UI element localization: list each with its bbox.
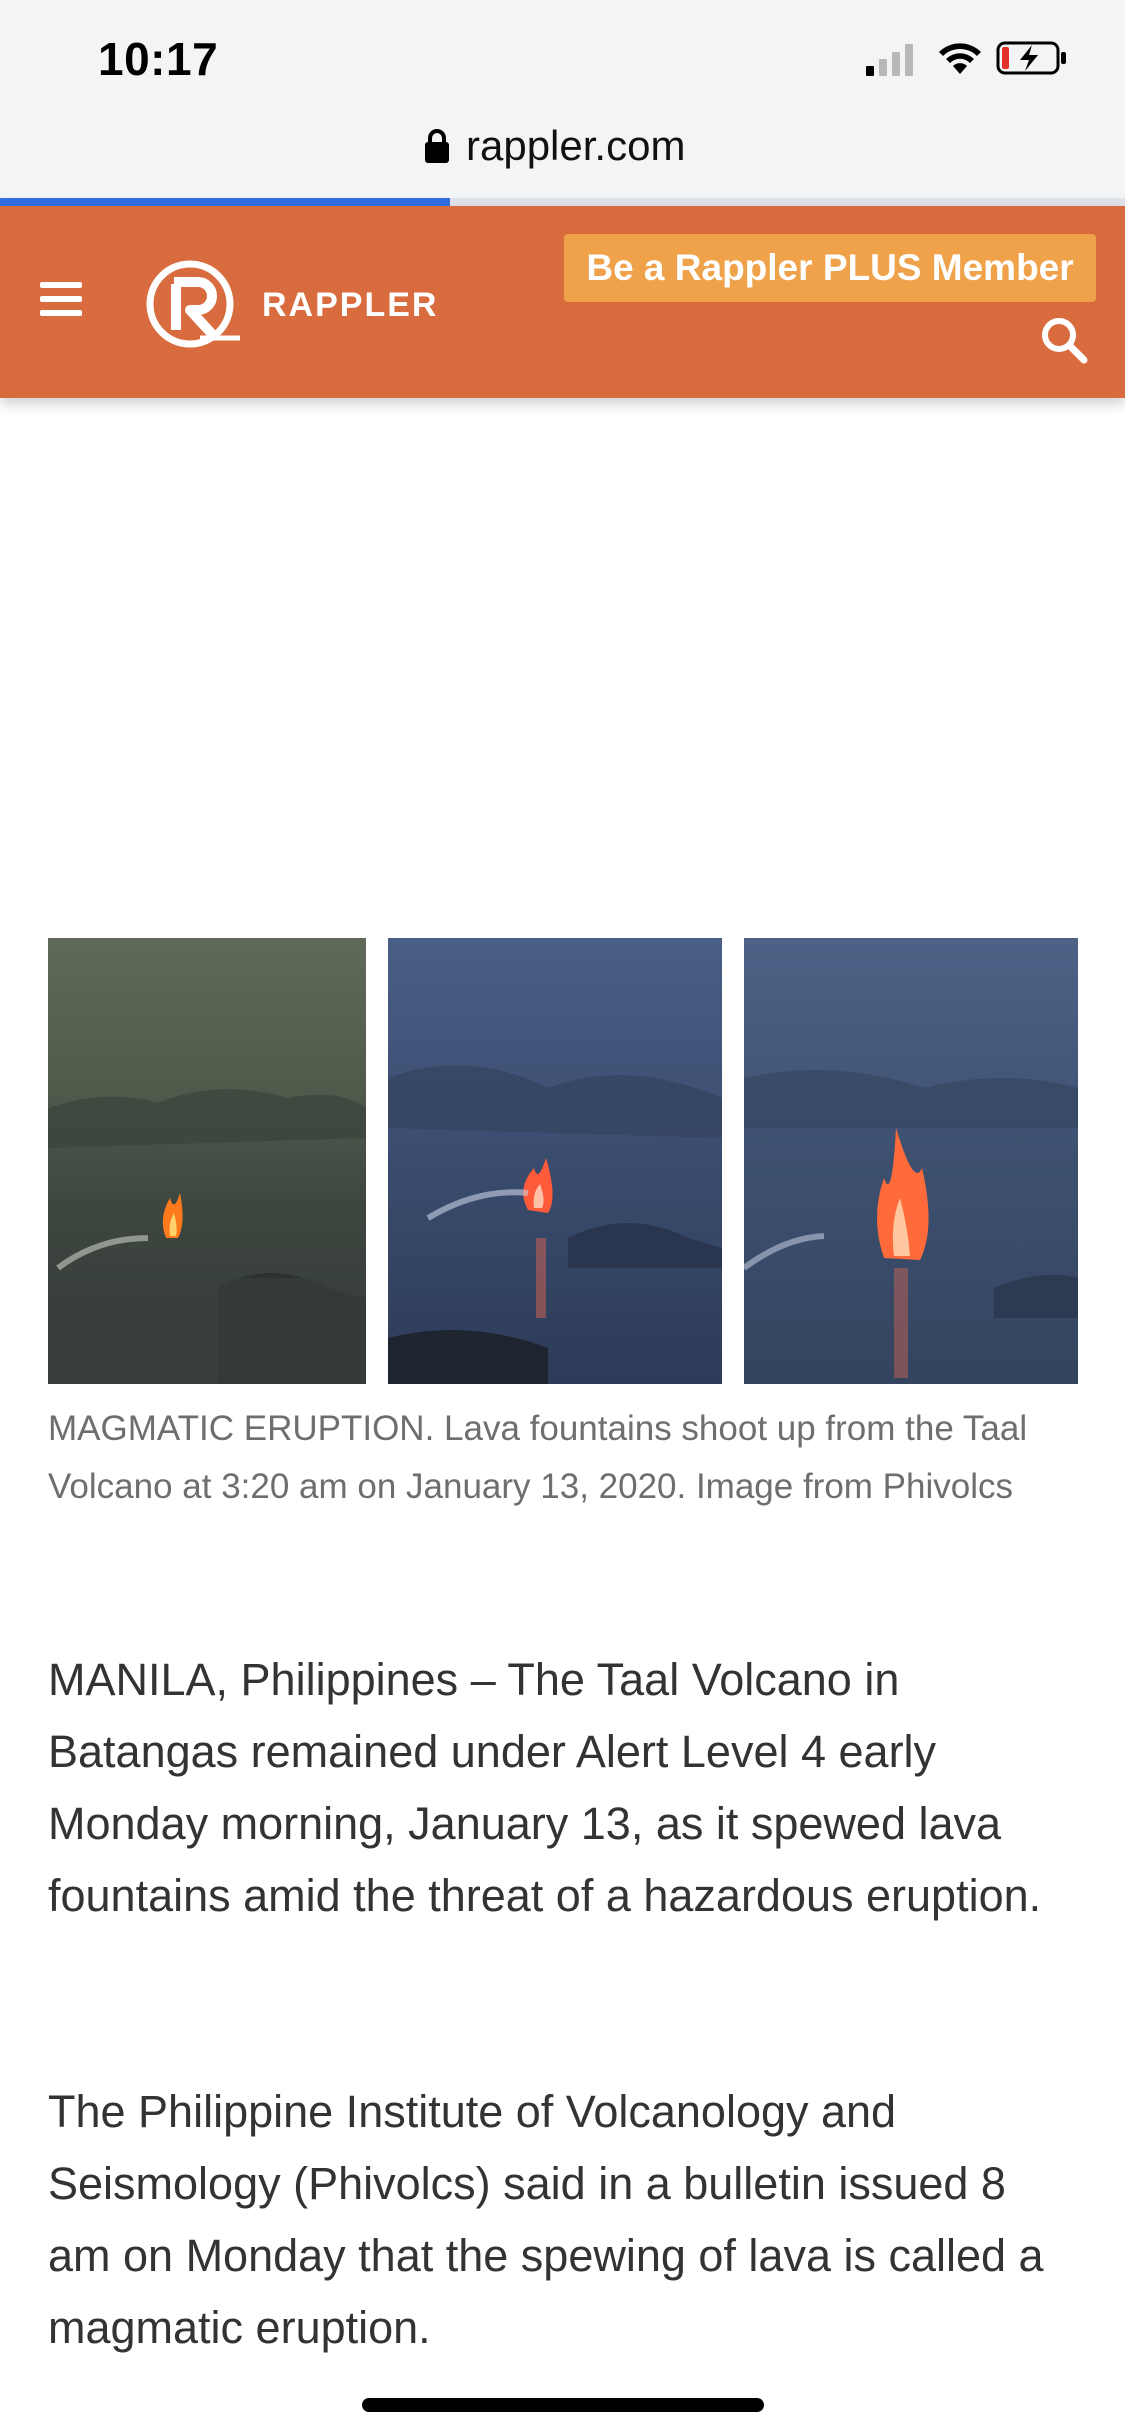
status-time: 10:17 xyxy=(98,33,219,85)
rappler-logo[interactable]: RAPPLER xyxy=(140,258,440,350)
site-header: RAPPLER Be a Rappler PLUS Member xyxy=(0,206,1125,398)
article-paragraph-2: The Philippine Institute of Volcanology … xyxy=(48,2086,1044,2353)
eruption-photo-panel-3 xyxy=(744,938,1078,1384)
photo-caption: MAGMATIC ERUPTION. Lava fountains shoot … xyxy=(48,1409,1028,1506)
menu-icon[interactable] xyxy=(40,282,82,318)
search-icon[interactable] xyxy=(1040,316,1088,364)
rappler-plus-button[interactable]: Be a Rappler PLUS Member xyxy=(564,234,1096,302)
home-indicator[interactable] xyxy=(362,2398,764,2412)
eruption-photo-panel-1 xyxy=(48,938,366,1384)
eruption-photo-panel-2 xyxy=(388,938,722,1384)
wifi-icon xyxy=(939,43,981,74)
article-paragraph-1: MANILA, Philippines – The Taal Volcano i… xyxy=(48,1654,1042,1921)
address-bar[interactable]: rappler.com xyxy=(0,120,1125,202)
page-load-progress xyxy=(0,198,450,206)
eruption-photo xyxy=(48,938,1078,1384)
logo-text: RAPPLER xyxy=(262,286,439,324)
rappler-logo-icon xyxy=(146,260,240,348)
cellular-signal-icon xyxy=(866,44,913,76)
lock-icon xyxy=(425,129,449,163)
url-text[interactable]: rappler.com xyxy=(466,122,685,170)
battery-charging-icon xyxy=(996,41,1066,75)
status-bar: 10:17 xyxy=(0,0,1125,120)
